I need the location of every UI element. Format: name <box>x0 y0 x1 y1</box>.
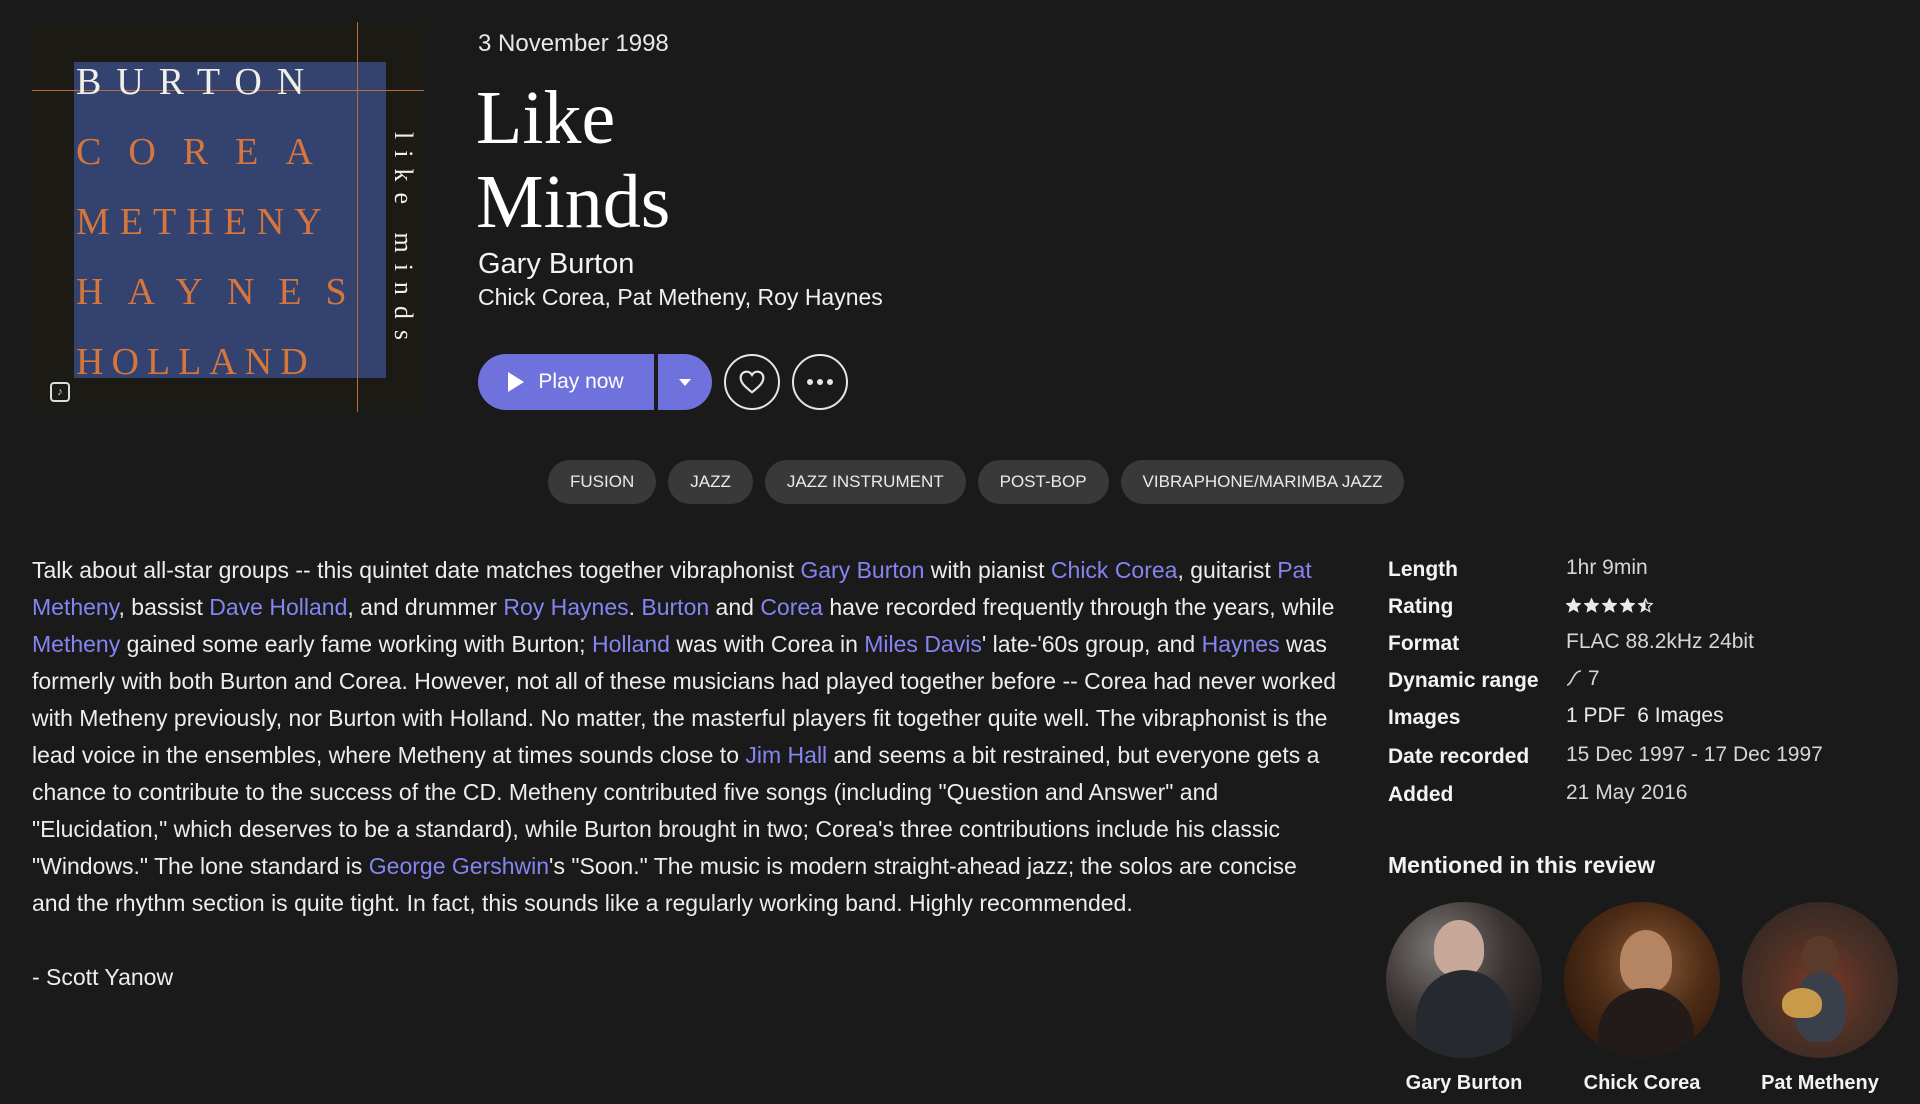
other-artists[interactable]: Chick Corea, Pat Metheny, Roy Haynes <box>478 284 883 311</box>
album-title: Like Minds <box>476 76 1076 244</box>
action-bar: Play now <box>478 354 848 410</box>
detail-label: Rating <box>1388 595 1454 618</box>
review-text: . <box>628 594 642 620</box>
star-half-icon <box>1638 598 1653 613</box>
cover-name-3: METHENY <box>76 201 332 243</box>
album-review: Talk about all-star groups -- this quint… <box>32 552 1337 996</box>
cover-name-2: COREA <box>76 131 340 173</box>
detail-label: Length <box>1388 558 1458 581</box>
avatar <box>1386 902 1542 1058</box>
genre-tag-jazz[interactable]: JAZZ <box>668 460 753 504</box>
review-link-miles-davis[interactable]: Miles Davis <box>864 631 982 657</box>
format-value: FLAC 88.2kHz 24bit <box>1566 630 1754 653</box>
dynamic-range-number: 7 <box>1587 667 1600 690</box>
review-link-haynes[interactable]: Haynes <box>1202 631 1280 657</box>
review-text: and <box>709 594 761 620</box>
star-full-icon <box>1566 598 1581 613</box>
star-full-icon <box>1620 598 1635 613</box>
rating-stars <box>1566 598 1653 613</box>
genre-tag-post-bop[interactable]: POST-BOP <box>977 460 1109 504</box>
images-link[interactable]: 6 Images <box>1637 704 1723 727</box>
review-text: gained some early fame working with Burt… <box>120 631 592 657</box>
detail-label: Images <box>1388 706 1461 729</box>
review-text: Talk about all-star groups -- this quint… <box>32 557 801 583</box>
avatar <box>1742 902 1898 1058</box>
review-link-burton[interactable]: Burton <box>641 594 709 620</box>
record-label-logo-icon: ♪ <box>50 382 70 402</box>
artist-name: Pat Metheny <box>1761 1072 1879 1094</box>
detail-label: Date recorded <box>1388 745 1530 768</box>
more-dots-icon <box>807 379 833 385</box>
review-link-metheny[interactable]: Metheny <box>32 631 120 657</box>
review-link-jim-hall[interactable]: Jim Hall <box>745 742 827 768</box>
review-text: was with Corea in <box>669 631 865 657</box>
album-title-line-1: Like <box>476 76 616 160</box>
review-link-chick-corea[interactable]: Chick Corea <box>1051 557 1178 583</box>
star-full-icon <box>1602 598 1617 613</box>
date-recorded-value: 15 Dec 1997 - 17 Dec 1997 <box>1566 743 1823 766</box>
cover-name-1: BURTON <box>76 61 320 103</box>
album-cover[interactable]: BURTON COREA METHENY HAYNES HOLLAND like… <box>32 22 424 412</box>
pdf-link[interactable]: 1 PDF <box>1566 704 1626 727</box>
review-link-dave-holland[interactable]: Dave Holland <box>209 594 347 620</box>
mentioned-artist-chick-corea[interactable]: Chick Corea <box>1564 902 1720 1095</box>
review-text: with pianist <box>924 557 1051 583</box>
artist-name: Gary Burton <box>1405 1072 1523 1094</box>
caret-down-icon <box>679 378 691 386</box>
cover-name-5: HOLLAND <box>76 341 316 383</box>
dynamic-range-value: 7 <box>1566 667 1600 691</box>
review-text: ' late-'60s group, and <box>981 631 1202 657</box>
review-link-roy-haynes[interactable]: Roy Haynes <box>503 594 628 620</box>
release-date: 3 November 1998 <box>478 30 669 57</box>
review-body: Talk about all-star groups -- this quint… <box>32 552 1337 922</box>
mentioned-artist-pat-metheny[interactable]: Pat Metheny <box>1742 902 1898 1095</box>
dynamic-range-icon <box>1566 670 1582 686</box>
more-options-button[interactable] <box>792 354 848 410</box>
length-value: 1hr 9min <box>1566 556 1648 579</box>
mentioned-section-title: Mentioned in this review <box>1388 852 1656 878</box>
review-author: - Scott Yanow <box>32 964 174 990</box>
cover-line-vertical <box>357 22 358 412</box>
star-full-icon <box>1584 598 1599 613</box>
review-text: have recorded frequently through the yea… <box>822 594 1335 620</box>
artist-name: Chick Corea <box>1583 1072 1701 1094</box>
review-text: , guitarist <box>1177 557 1278 583</box>
genre-tag-fusion[interactable]: FUSION <box>548 460 657 504</box>
play-icon <box>508 372 525 392</box>
detail-label: Added <box>1388 783 1454 806</box>
heart-icon <box>739 370 765 394</box>
genre-tag-vibraphone-marimba-jazz[interactable]: VIBRAPHONE/MARIMBA JAZZ <box>1120 460 1405 504</box>
detail-label: Dynamic range <box>1388 669 1539 692</box>
album-title-line-2: Minds <box>476 160 671 244</box>
play-now-label: Play now <box>538 370 624 393</box>
genre-tags: FUSION JAZZ JAZZ INSTRUMENT POST-BOP VIB… <box>548 460 1405 504</box>
cover-name-4: HAYNES <box>76 271 371 313</box>
detail-label: Format <box>1388 632 1460 655</box>
review-link-holland[interactable]: Holland <box>592 631 670 657</box>
review-text: , and drummer <box>347 594 504 620</box>
review-link-corea[interactable]: Corea <box>760 594 823 620</box>
review-link-george-gershwin[interactable]: George Gershwin <box>369 853 549 879</box>
avatar <box>1564 902 1720 1058</box>
play-now-button[interactable]: Play now <box>478 354 654 410</box>
images-value: 1 PDF 6 Images <box>1566 704 1724 728</box>
review-link-gary-burton[interactable]: Gary Burton <box>800 557 924 583</box>
mentioned-artists: Gary Burton Chick Corea Pat Metheny <box>1386 902 1898 1095</box>
cover-side-title: like minds <box>389 132 418 352</box>
main-artist[interactable]: Gary Burton <box>478 248 634 281</box>
review-text: , bassist <box>118 594 210 620</box>
genre-tag-jazz-instrument[interactable]: JAZZ INSTRUMENT <box>764 460 966 504</box>
added-value: 21 May 2016 <box>1566 781 1688 804</box>
play-options-dropdown[interactable] <box>658 354 712 410</box>
favorite-button[interactable] <box>724 354 780 410</box>
album-page: BURTON COREA METHENY HAYNES HOLLAND like… <box>0 0 1920 1104</box>
mentioned-artist-gary-burton[interactable]: Gary Burton <box>1386 902 1542 1095</box>
